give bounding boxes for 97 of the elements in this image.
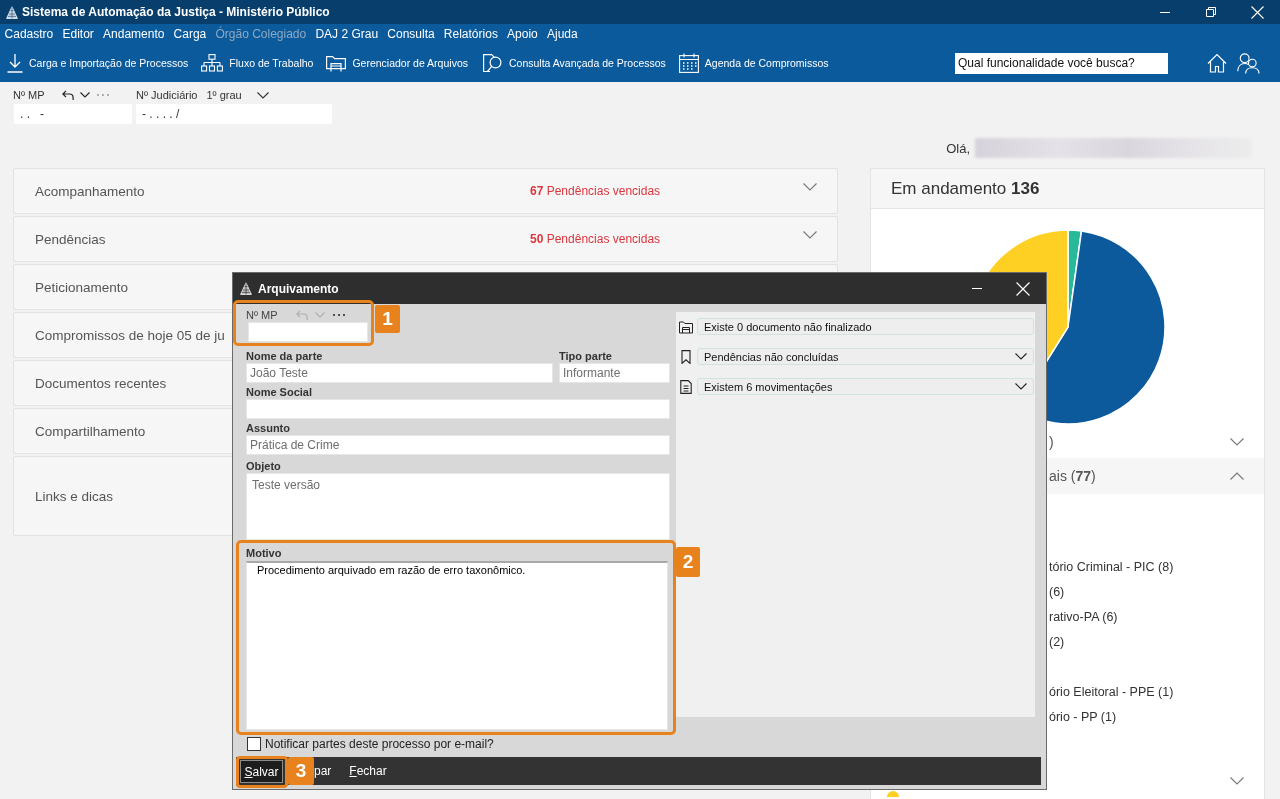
field-label: Nº Judiciário (136, 89, 198, 101)
legend-item[interactable]: ório Eleitoral - PPE (1) (1049, 680, 1174, 705)
overdue-count: 50 Pendências vencidas (530, 232, 661, 246)
chevron-icon[interactable] (1230, 777, 1244, 785)
chevron-icon[interactable] (1230, 472, 1244, 480)
panel-title: Em andamento 136 (891, 178, 1040, 199)
section-title: Acompanhamento (35, 183, 145, 199)
checkbox[interactable] (247, 737, 261, 751)
party-type-field[interactable]: Informante (559, 363, 670, 383)
reason-textarea[interactable]: Procedimento arquivado em razão de erro taxonômico. (246, 561, 668, 730)
save-button[interactable]: Salvar (240, 760, 283, 783)
legend-item[interactable]: (2) (1049, 630, 1065, 655)
chevron-icon (1015, 353, 1027, 360)
accordion-header[interactable]: Pendências 50 Pendências vencidas (13, 216, 838, 262)
section-title: Links e dicas (35, 488, 114, 504)
more-options-icon[interactable] (332, 313, 345, 316)
window-title: Sistema de Automação da Justiça - Ministério Público (22, 5, 330, 19)
party-name-field[interactable]: João Teste (246, 363, 553, 383)
overdue-count: 67 Pendências vencidas (530, 184, 661, 198)
menu-item[interactable]: Cadastro (0, 24, 58, 44)
section-title: Compartilhamento (35, 423, 146, 439)
sitemap-icon (201, 54, 224, 72)
close-icon (1016, 281, 1030, 296)
minimize-icon (970, 288, 984, 289)
pyramid-logo-icon (240, 282, 252, 295)
menu-item[interactable]: Relatórios (439, 24, 503, 44)
object-textarea[interactable]: Teste versão (246, 473, 670, 540)
field-label: Nome Social (246, 385, 313, 399)
chevron-icon[interactable] (803, 183, 817, 191)
subject-field[interactable]: Prática de Crime (246, 435, 670, 455)
callout-number: 2 (676, 547, 700, 577)
instance-dropdown[interactable]: 1º grau (206, 87, 269, 103)
toolbar-button[interactable]: Fluxo de Trabalho (201, 49, 314, 77)
toolbar-button[interactable]: Carga e Importação de Processos (7, 49, 189, 77)
info-dropdown[interactable]: Pendências não concluídas (697, 348, 1034, 365)
legend-item[interactable]: rativo-PA (6) (1049, 605, 1118, 630)
dialog-button[interactable]: par (311, 759, 335, 783)
caret-icon (256, 91, 269, 99)
checkbox-label: Notificar partes deste processo por e-mail? (265, 737, 494, 751)
dialog-button[interactable]: Fechar (346, 759, 390, 783)
toolbar-button[interactable]: Agenda de Compromissos (678, 49, 829, 77)
legend-label: ais (77) (1049, 468, 1096, 484)
bookmark-icon (679, 349, 693, 364)
menu-item[interactable]: Ajuda (542, 24, 583, 44)
legend-row[interactable]: ) (871, 425, 1264, 458)
restore-icon (1206, 7, 1216, 17)
callout-number: 3 (288, 757, 314, 785)
legend-item[interactable]: tório Criminal - PIC (8) (1049, 555, 1174, 580)
info-dropdown[interactable]: Existem 6 movimentações (697, 378, 1034, 395)
field-label: Tipo parte (559, 349, 612, 363)
legend-item[interactable]: (6) (1049, 580, 1065, 605)
pyramid-logo-icon (6, 5, 18, 19)
caret-icon[interactable] (79, 92, 90, 98)
chevron-icon[interactable] (803, 231, 817, 239)
mp-number-field[interactable]: . . - (14, 104, 132, 124)
search-document-icon (481, 53, 503, 73)
field-label: Nº MP (246, 308, 278, 321)
section-title: Compromissos de hoje 05 de ju (35, 327, 225, 343)
greeting-text: Olá, (946, 140, 970, 156)
toolbar-button[interactable]: Consulta Avançada de Processos (481, 49, 666, 77)
field-label: Assunto (246, 421, 290, 435)
undo-icon[interactable] (61, 90, 74, 100)
close-icon (1250, 5, 1264, 19)
chevron-icon (1015, 383, 1027, 390)
search-field[interactable]: Qual funcionalidade você busca? (955, 52, 1168, 74)
legend-label: ) (1049, 433, 1054, 450)
folder-icon (326, 54, 347, 72)
menu-item[interactable]: Andamento (98, 24, 169, 44)
social-name-field[interactable] (246, 399, 670, 419)
download-icon (7, 53, 23, 73)
accordion-header[interactable]: Acompanhamento 67 Pendências vencidas (13, 168, 838, 214)
menu-item[interactable]: Editor (57, 24, 99, 44)
minimize-icon (1160, 11, 1170, 13)
field-label: Nome da parte (246, 349, 323, 363)
toolbar-button[interactable]: Gerenciador de Arquivos (326, 49, 468, 77)
users-icon[interactable] (1237, 52, 1260, 74)
judicial-number-field[interactable]: - . . . . / (136, 104, 332, 124)
callout-number: 1 (375, 305, 400, 333)
menu-item[interactable]: Consulta (382, 24, 440, 44)
menu-item[interactable]: Apoio (502, 24, 543, 44)
section-title: Pendências (35, 231, 106, 247)
home-icon[interactable] (1207, 53, 1227, 73)
field-label: Nº MP (13, 89, 45, 101)
mp-number-field[interactable] (248, 322, 368, 342)
field-label: Motivo (246, 546, 282, 561)
info-dropdown[interactable]: Existe 0 documento não finalizado (697, 318, 1034, 335)
document-icon (679, 379, 693, 394)
menu-item[interactable]: DAJ 2 Grau (310, 24, 383, 44)
dialog-title: Arquivamento (258, 281, 339, 296)
calendar-icon (678, 53, 699, 73)
menu-item[interactable]: Carga (169, 24, 211, 44)
chevron-icon[interactable] (1230, 437, 1244, 446)
section-title: Documentos recentes (35, 375, 167, 391)
folder-icon (679, 319, 693, 334)
field-label: Objeto (246, 459, 281, 473)
legend-item[interactable]: ório - PP (1) (1049, 705, 1117, 730)
section-title: Peticionamento (35, 279, 129, 295)
